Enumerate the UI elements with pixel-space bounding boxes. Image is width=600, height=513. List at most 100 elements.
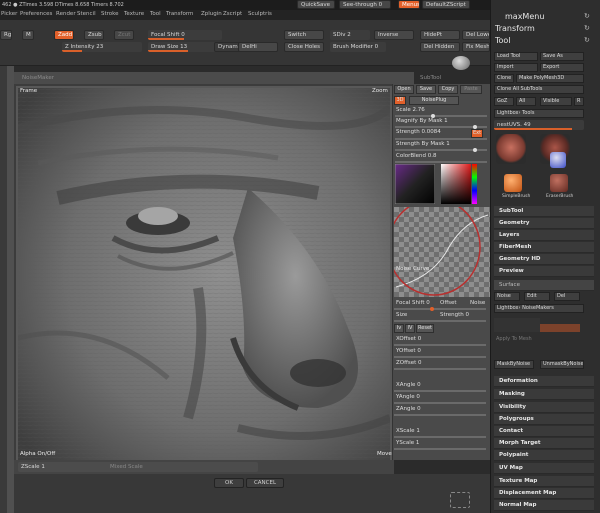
save-button[interactable]: Save	[416, 85, 436, 94]
menu-stencil[interactable]: Stencil	[77, 11, 96, 17]
inverse-button[interactable]: Inverse	[374, 30, 414, 40]
zadd-button[interactable]: Zadd	[54, 30, 74, 40]
curve-focal-knob[interactable]	[430, 307, 434, 311]
menu-tool[interactable]: Tool	[150, 11, 161, 17]
visibility-menu[interactable]: Visibility	[494, 402, 594, 413]
alpha-on-off-label[interactable]: Alpha On/Off	[20, 451, 55, 457]
goz-button[interactable]: GoZ	[494, 97, 514, 106]
load-tool-button[interactable]: Load Tool	[494, 52, 538, 61]
del-button[interactable]: Del	[554, 292, 580, 301]
export-button[interactable]: Export	[540, 63, 584, 72]
edit-button[interactable]: Edit	[524, 292, 550, 301]
simplebrush-thumbnail[interactable]	[504, 174, 522, 192]
save-as-button[interactable]: Save As	[540, 52, 584, 61]
tool-refresh-icon[interactable]: ↻	[584, 36, 590, 44]
maxmenu-title[interactable]: maxMenu	[505, 12, 544, 21]
brush-modifier-slider[interactable]: Brush Modifier 0	[330, 42, 386, 52]
open-button[interactable]: Open	[394, 85, 414, 94]
preview-menu[interactable]: Preview	[494, 266, 594, 277]
3d-button[interactable]: 3D	[394, 96, 406, 105]
subtool-menu[interactable]: SubTool	[494, 206, 594, 217]
texture-map-menu[interactable]: Texture Map	[494, 476, 594, 487]
yscale-slider[interactable]	[394, 448, 486, 450]
mask-by-noise-button[interactable]: MaskByNoise	[494, 360, 534, 369]
visible-button[interactable]: Visible	[540, 97, 572, 106]
see-through-slider[interactable]: See-through 0	[339, 0, 391, 9]
yangle-slider[interactable]	[394, 402, 486, 404]
menu-zplugin[interactable]: Zplugin	[201, 11, 222, 17]
ext-button[interactable]: Ext	[471, 129, 483, 138]
current-tool-slider[interactable]: nestUVS. 49	[494, 120, 584, 130]
z-intensity-slider[interactable]: Z Intensity 23	[62, 42, 142, 52]
menu-zscript[interactable]: Zscript	[223, 11, 242, 17]
noiseplug-button[interactable]: NoisePlug	[409, 96, 459, 105]
maxmenu-refresh-icon[interactable]: ↻	[584, 12, 590, 20]
clone-button[interactable]: Clone	[494, 74, 514, 83]
rgb-button[interactable]: Rgb	[0, 30, 12, 40]
eraserbrush-thumbnail[interactable]	[550, 174, 568, 192]
deformation-menu[interactable]: Deformation	[494, 376, 594, 387]
xoffset-slider[interactable]	[394, 344, 486, 346]
del-hidden-button[interactable]: Del Hidden	[420, 42, 460, 52]
zoffset-slider[interactable]	[394, 368, 486, 370]
menu-stroke[interactable]: Stroke	[101, 11, 119, 17]
sculpt-preview-canvas[interactable]	[18, 88, 390, 460]
yoffset-slider[interactable]	[394, 356, 486, 358]
zscale-slider[interactable]: ZScale 1 Mixed Scale	[18, 462, 258, 472]
fibermesh-menu[interactable]: FiberMesh	[494, 242, 594, 253]
geometry-hd-menu[interactable]: Geometry HD	[494, 254, 594, 265]
zangle-slider[interactable]	[394, 414, 486, 416]
contact-menu[interactable]: Contact	[494, 426, 594, 437]
uv-map-menu[interactable]: UV Map	[494, 463, 594, 474]
zcut-button[interactable]: Zcut	[114, 30, 134, 40]
displacement-map-menu[interactable]: Displacement Map	[494, 488, 594, 499]
mrgb-button[interactable]: M	[22, 30, 34, 40]
unmask-by-noise-button[interactable]: UnmaskByNoise	[540, 360, 584, 369]
noise-strength-bar[interactable]	[540, 324, 580, 332]
default-zscript-button[interactable]: DefaultZScript	[422, 0, 470, 9]
zoom-label[interactable]: Zoom	[372, 88, 388, 94]
copy-button[interactable]: Copy	[438, 85, 458, 94]
normal-map-menu[interactable]: Normal Map	[494, 500, 594, 511]
left-scrollbar[interactable]	[7, 66, 14, 513]
alphabrush-thumbnail[interactable]	[550, 152, 566, 168]
r-button[interactable]: R	[574, 97, 584, 106]
import-button[interactable]: Import	[494, 63, 538, 72]
sdiv-slider[interactable]: SDiv 2	[330, 30, 370, 40]
hidept-button[interactable]: HidePt	[420, 30, 460, 40]
transform-title[interactable]: Transform	[495, 24, 535, 33]
curve-strength-slider[interactable]	[394, 320, 486, 322]
frame-label[interactable]: Frame	[20, 88, 37, 94]
make-polymesh-button[interactable]: Make PolyMesh3D	[516, 74, 584, 83]
strength-by-mask-knob[interactable]	[473, 148, 477, 152]
menu-texture[interactable]: Texture	[124, 11, 144, 17]
surface-menu[interactable]: Surface	[494, 280, 594, 291]
menu-sculptris[interactable]: Sculptris	[248, 11, 272, 17]
paste-button[interactable]: Paste	[460, 85, 482, 94]
lightbox-noisemakers-button[interactable]: Lightbox› NoiseMakers	[494, 304, 584, 313]
masking-menu[interactable]: Masking	[494, 389, 594, 400]
zsub-button[interactable]: Zsub	[84, 30, 104, 40]
switch-button[interactable]: Switch	[284, 30, 324, 40]
transform-refresh-icon[interactable]: ↻	[584, 24, 590, 32]
move-label[interactable]: Move	[377, 451, 392, 457]
colorblend-slider[interactable]	[395, 161, 487, 163]
quicksave-button[interactable]: QuickSave	[297, 0, 335, 9]
draw-size-slider[interactable]: Draw Size 13	[148, 42, 222, 52]
delhi-button[interactable]: DelHi	[238, 42, 278, 52]
layers-menu[interactable]: Layers	[494, 230, 594, 241]
scale-slider[interactable]	[395, 115, 487, 117]
del-lower-button[interactable]: Del Lower	[462, 30, 490, 40]
ok-button[interactable]: OK	[214, 478, 244, 488]
xpose-icon[interactable]	[450, 492, 470, 508]
all-button[interactable]: All	[516, 97, 536, 106]
xscale-slider[interactable]	[394, 436, 486, 438]
menus-button[interactable]: Menus	[398, 0, 420, 9]
geometry-menu[interactable]: Geometry	[494, 218, 594, 229]
strength-slider[interactable]	[395, 138, 487, 140]
dynamic-button[interactable]: Dynamic	[214, 42, 240, 52]
face-tool-thumbnail[interactable]	[496, 134, 526, 164]
cancel-button[interactable]: CANCEL	[246, 478, 284, 488]
curve-tab-2[interactable]: IV	[405, 324, 415, 333]
curve-reset-button[interactable]: Reset	[416, 324, 434, 333]
